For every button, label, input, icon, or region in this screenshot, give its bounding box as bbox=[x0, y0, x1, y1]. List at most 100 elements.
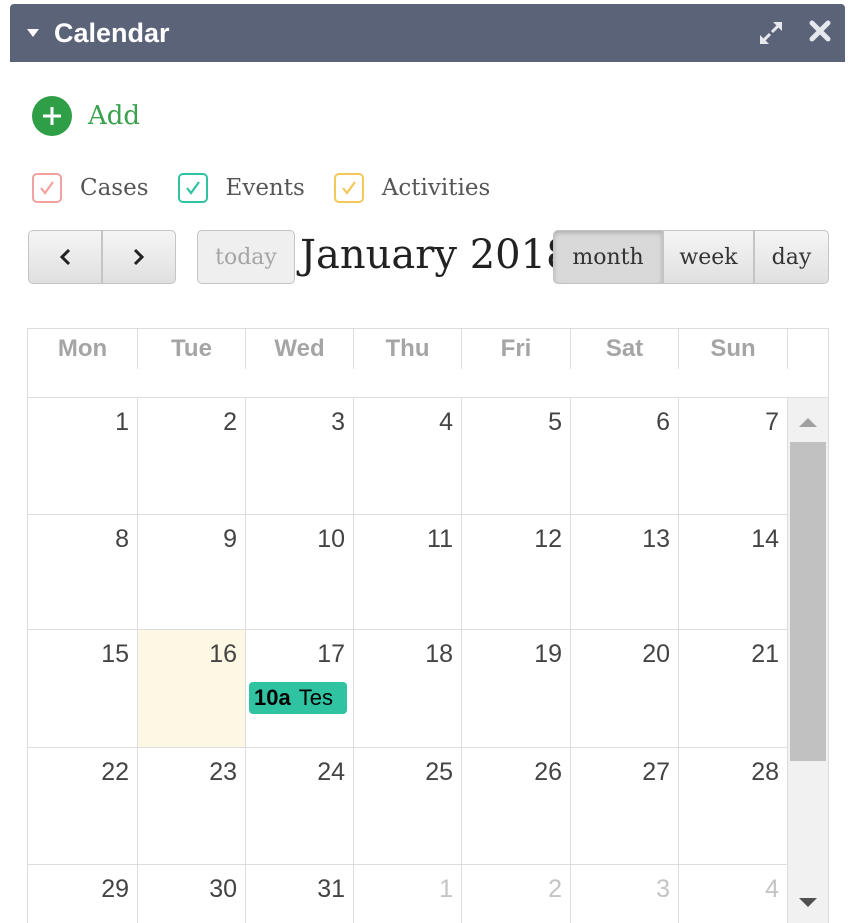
scroll-down-arrow-icon[interactable] bbox=[799, 898, 817, 907]
month-grid: Mon Tue Wed Thu Fri Sat Sun 1 2 3 4 5 6 7 8 9 10 11 12 13 1… bbox=[27, 328, 829, 923]
day-cell[interactable]: 25 bbox=[354, 748, 462, 864]
day-cell[interactable]: 10 bbox=[246, 515, 354, 629]
day-cell[interactable]: 3 bbox=[246, 398, 354, 514]
day-cell[interactable]: 18 bbox=[354, 630, 462, 747]
day-cell[interactable]: 14 bbox=[679, 515, 788, 629]
day-cell[interactable]: 5 bbox=[462, 398, 571, 514]
day-number: 21 bbox=[751, 640, 779, 668]
day-cell[interactable]: 4 bbox=[354, 398, 462, 514]
checkbox-icon[interactable] bbox=[32, 173, 62, 203]
day-cell[interactable]: 29 bbox=[28, 865, 138, 923]
filter-label: Events bbox=[225, 175, 305, 201]
day-number: 13 bbox=[642, 525, 670, 553]
day-cell[interactable]: 27 bbox=[571, 748, 679, 864]
week-row: 8 9 10 11 12 13 14 bbox=[28, 515, 788, 630]
day-number: 1 bbox=[439, 875, 453, 903]
scroll-up-arrow-icon[interactable] bbox=[799, 418, 817, 427]
day-number: 23 bbox=[209, 758, 237, 786]
day-number: 22 bbox=[101, 758, 129, 786]
scrollbar[interactable] bbox=[788, 398, 828, 923]
panel-title: Calendar bbox=[54, 18, 170, 48]
day-cell[interactable]: 11 bbox=[354, 515, 462, 629]
day-cell[interactable]: 24 bbox=[246, 748, 354, 864]
day-number: 2 bbox=[548, 875, 562, 903]
filter-events[interactable]: Events bbox=[177, 173, 305, 203]
day-cell[interactable]: 12 bbox=[462, 515, 571, 629]
day-number: 26 bbox=[534, 758, 562, 786]
day-number: 31 bbox=[317, 875, 345, 903]
day-header-tue: Tue bbox=[138, 329, 246, 369]
today-button[interactable]: today bbox=[197, 230, 295, 284]
day-cell[interactable]: 3 bbox=[571, 865, 679, 923]
day-cell[interactable]: 22 bbox=[28, 748, 138, 864]
month-view-button[interactable]: month bbox=[553, 230, 663, 284]
day-header-thu: Thu bbox=[354, 329, 462, 369]
close-icon[interactable] bbox=[808, 19, 832, 43]
day-number: 20 bbox=[642, 640, 670, 668]
day-cell[interactable]: 15 bbox=[28, 630, 138, 747]
filter-label: Activities bbox=[381, 175, 491, 201]
day-cell[interactable]: 1 bbox=[354, 865, 462, 923]
checkbox-icon[interactable] bbox=[333, 173, 364, 203]
next-button[interactable] bbox=[102, 230, 176, 284]
day-number: 7 bbox=[765, 408, 779, 436]
day-cell[interactable]: 31 bbox=[246, 865, 354, 923]
day-cell[interactable]: 20 bbox=[571, 630, 679, 747]
week-view-button[interactable]: week bbox=[663, 230, 754, 284]
plus-icon bbox=[32, 96, 72, 136]
day-view-button[interactable]: day bbox=[754, 230, 829, 284]
collapse-triangle-icon[interactable] bbox=[27, 29, 39, 37]
day-header-fri: Fri bbox=[462, 329, 571, 369]
prev-button[interactable] bbox=[28, 230, 102, 284]
day-number: 3 bbox=[656, 875, 670, 903]
day-cell[interactable]: 2 bbox=[138, 398, 246, 514]
day-cell[interactable]: 16 bbox=[138, 630, 246, 747]
day-of-week-header: Mon Tue Wed Thu Fri Sat Sun bbox=[28, 329, 828, 398]
day-cell[interactable]: 19 bbox=[462, 630, 571, 747]
expand-icon[interactable] bbox=[758, 20, 784, 46]
add-button[interactable]: Add bbox=[32, 96, 140, 136]
day-number: 4 bbox=[439, 408, 453, 436]
day-cell[interactable]: 9 bbox=[138, 515, 246, 629]
week-row: 15 16 17 10a Tes 18 19 20 21 bbox=[28, 630, 788, 748]
day-cell[interactable]: 21 bbox=[679, 630, 788, 747]
chevron-left-icon bbox=[59, 248, 71, 266]
day-number: 25 bbox=[425, 758, 453, 786]
day-cell[interactable]: 8 bbox=[28, 515, 138, 629]
event-time: 10a bbox=[254, 685, 291, 710]
day-cell[interactable]: 26 bbox=[462, 748, 571, 864]
calendar-panel: Calendar Add Cases Events Activities tod… bbox=[10, 0, 845, 923]
day-cell[interactable]: 30 bbox=[138, 865, 246, 923]
calendar-title: January 2018 bbox=[300, 232, 572, 278]
day-cell[interactable]: 17 10a Tes bbox=[246, 630, 354, 747]
day-number: 1 bbox=[115, 408, 129, 436]
day-cell[interactable]: 6 bbox=[571, 398, 679, 514]
week-row: 29 30 31 1 2 3 4 bbox=[28, 865, 788, 923]
day-number: 4 bbox=[765, 875, 779, 903]
day-cell[interactable]: 7 bbox=[679, 398, 788, 514]
day-cell[interactable]: 1 bbox=[28, 398, 138, 514]
day-number: 19 bbox=[534, 640, 562, 668]
day-number: 14 bbox=[751, 525, 779, 553]
filter-activities[interactable]: Activities bbox=[333, 173, 491, 203]
day-cell[interactable]: 13 bbox=[571, 515, 679, 629]
day-number: 12 bbox=[534, 525, 562, 553]
day-header-wed: Wed bbox=[246, 329, 354, 369]
calendar-event[interactable]: 10a Tes bbox=[249, 682, 347, 714]
day-number: 15 bbox=[101, 640, 129, 668]
filter-label: Cases bbox=[80, 175, 149, 201]
day-cell[interactable]: 28 bbox=[679, 748, 788, 864]
day-cell[interactable]: 23 bbox=[138, 748, 246, 864]
chevron-right-icon bbox=[133, 248, 145, 266]
day-cell[interactable]: 2 bbox=[462, 865, 571, 923]
event-title: Tes bbox=[298, 685, 333, 710]
checkbox-icon[interactable] bbox=[177, 173, 208, 203]
day-header-sun: Sun bbox=[679, 329, 788, 369]
day-number: 17 bbox=[317, 640, 345, 668]
day-number: 9 bbox=[223, 525, 237, 553]
day-cell[interactable]: 4 bbox=[679, 865, 788, 923]
scroll-thumb[interactable] bbox=[790, 442, 826, 761]
day-number: 10 bbox=[317, 525, 345, 553]
filter-cases[interactable]: Cases bbox=[32, 173, 149, 203]
day-number: 29 bbox=[101, 875, 129, 903]
